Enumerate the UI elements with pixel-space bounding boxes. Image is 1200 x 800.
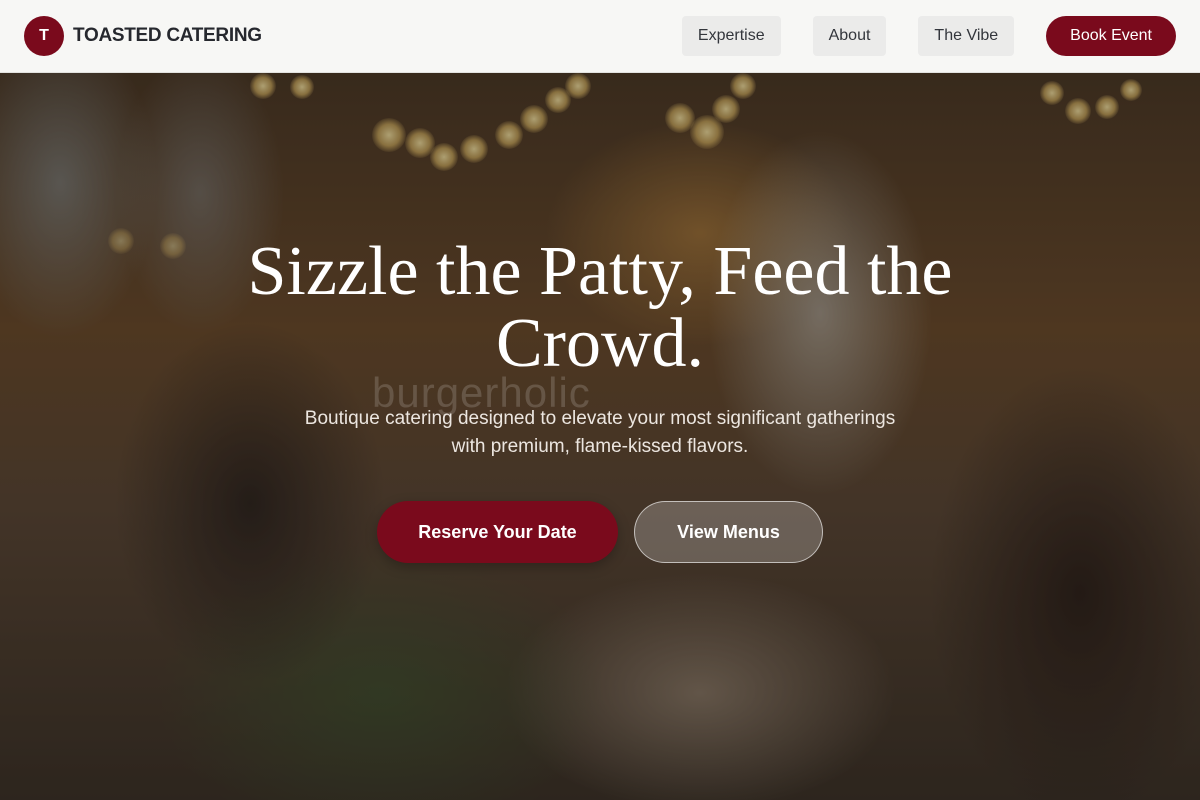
main-nav: Expertise About The Vibe Book Event (681, 16, 1176, 56)
hero-subtitle: Boutique catering designed to elevate yo… (250, 405, 950, 461)
nav-item-the-vibe[interactable]: The Vibe (918, 16, 1015, 56)
hero-subtitle-line-1: Boutique catering designed to elevate yo… (304, 408, 896, 429)
site-header: T TOASTED CATERING Expertise About The V… (0, 0, 1200, 73)
brand-name: TOASTED CATERING (73, 25, 262, 46)
brand[interactable]: T TOASTED CATERING (24, 16, 262, 56)
hero-title: Sizzle the Patty, Feed the Crowd. (200, 236, 1000, 380)
hero-title-line-2: Crowd. (495, 305, 705, 382)
nav-item-expertise[interactable]: Expertise (681, 16, 781, 56)
nav-item-about[interactable]: About (812, 16, 887, 56)
book-event-button[interactable]: Book Event (1046, 16, 1176, 56)
hero-title-line-1: Sizzle the Patty, Feed the (247, 233, 953, 310)
view-menus-button[interactable]: View Menus (634, 501, 823, 563)
hero-subtitle-line-2: with premium, flame-kissed flavors. (451, 436, 749, 457)
reserve-date-button[interactable]: Reserve Your Date (377, 501, 618, 563)
logo-badge: T (24, 16, 64, 56)
